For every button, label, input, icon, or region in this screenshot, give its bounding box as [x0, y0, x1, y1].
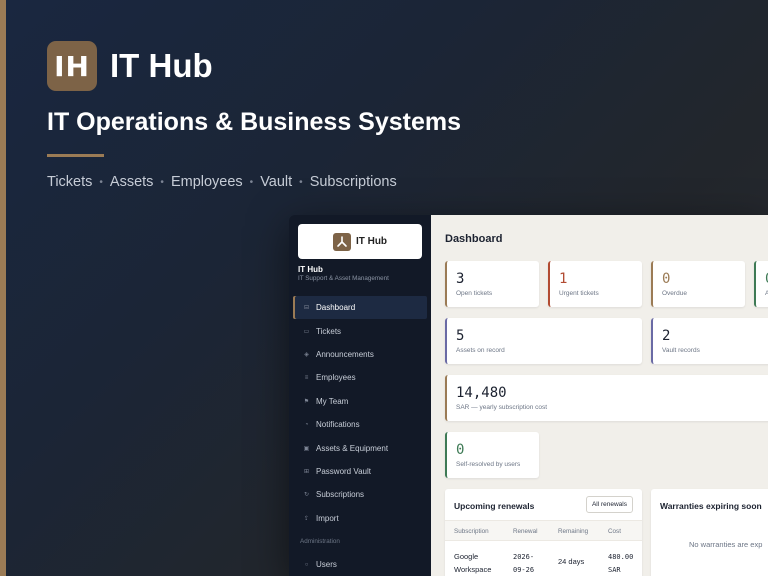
flag-icon: ⚑ — [303, 398, 310, 405]
cell-subscription: Google Workspace — [454, 552, 492, 574]
sidebar-item-label: Users — [316, 560, 337, 570]
separator-dot: • — [99, 176, 103, 188]
all-renewals-button[interactable]: All renewals — [585, 496, 633, 513]
sidebar-logo[interactable]: IT Hub — [298, 224, 422, 259]
column-header[interactable]: Subscription — [454, 528, 489, 535]
sidebar-item-label: Assets & Equipment — [316, 443, 389, 453]
separator-dot: • — [160, 176, 164, 188]
cell-renewal: 2026- 09-26 — [513, 553, 535, 574]
stat-label: Open tickets — [456, 290, 493, 297]
sidebar-item-label: Employees — [316, 373, 356, 383]
sidebar-item-label: Password Vault — [316, 466, 371, 476]
app-window: IT Hub IT Hub IT Support & Asset Managem… — [289, 215, 768, 576]
sidebar-item-password-vault[interactable]: ⊞ Password Vault — [293, 460, 427, 483]
empty-state: No warranties are exp — [689, 540, 763, 549]
diamond-icon: ◈ — [304, 351, 309, 358]
column-header[interactable]: Remaining — [558, 528, 588, 535]
feature-item: Tickets — [47, 174, 93, 190]
sidebar-item-label: Announcements — [316, 349, 374, 359]
main-content: Dashboard 3 Open tickets 1 Urgent ticket… — [431, 215, 768, 576]
refresh-icon: ↻ — [303, 492, 310, 499]
sidebar-subtitle: IT Support & Asset Management — [298, 275, 389, 282]
stat-card-overdue[interactable]: 0 Overdue — [651, 261, 745, 307]
sidebar-section-label: Administration — [300, 537, 340, 545]
sidebar-item-subscriptions[interactable]: ↻ Subscriptions — [293, 483, 427, 506]
brand-logo: IH — [47, 41, 97, 91]
stat-label: Assets on record — [456, 347, 505, 354]
stat-value: 1 — [559, 271, 568, 287]
stat-label: SAR — yearly subscription cost — [456, 404, 548, 411]
stat-value: 0 — [662, 271, 671, 287]
feature-item: Employees — [170, 174, 243, 190]
grid-icon: ⊟ — [303, 305, 310, 312]
panel-title: Upcoming renewals — [454, 501, 535, 511]
bell-icon: ◔ — [304, 421, 309, 428]
separator-dot: • — [299, 176, 303, 188]
stat-card-subscription-cost[interactable]: 14,480 SAR — yearly subscription cost — [445, 375, 768, 421]
column-header[interactable]: Cost — [608, 528, 621, 535]
sidebar-item-label: Notifications — [316, 420, 360, 430]
brand: IH IT Hub — [47, 41, 213, 91]
sidebar-item-employees[interactable]: ≡ Employees — [293, 366, 427, 389]
sidebar: IT Hub IT Hub IT Support & Asset Managem… — [289, 215, 431, 576]
sidebar-item-dashboard[interactable]: ⊟ Dashboard — [293, 296, 427, 320]
sidebar-item-notifications[interactable]: ◔ Notifications — [293, 413, 427, 436]
sidebar-item-label: My Team — [316, 396, 349, 406]
sidebar-item-import[interactable]: ⇪ Import — [293, 507, 427, 530]
stat-value: 0 — [456, 442, 465, 458]
feature-list: Tickets • Assets • Employees • Vault • S… — [47, 174, 397, 190]
page-title: Dashboard — [445, 233, 503, 245]
stat-value: 14,480 — [456, 385, 507, 401]
sidebar-item-my-team[interactable]: ⚑ My Team — [293, 390, 427, 413]
feature-item: Subscriptions — [309, 174, 397, 190]
stat-card-partial[interactable]: 0 A — [754, 261, 768, 307]
stat-card-urgent-tickets[interactable]: 1 Urgent tickets — [548, 261, 642, 307]
headline: IT Operations & Business Systems — [47, 108, 462, 136]
logo-mark-icon — [332, 232, 351, 251]
cell-remaining: 24 days — [558, 557, 585, 566]
sidebar-item-announcements[interactable]: ◈ Announcements — [293, 343, 427, 366]
brand-name: IT Hub — [110, 47, 213, 84]
sidebar-nav: ⊟ Dashboard ▭ Tickets ◈ Announcements ≡ … — [293, 296, 427, 576]
sidebar-item-label: Subscriptions — [316, 490, 365, 500]
sidebar-logo-text: IT Hub — [355, 236, 388, 247]
table-header: Subscription Renewal Remaining Cost — [445, 520, 642, 541]
cell-cost: 480.00 SAR — [608, 553, 634, 574]
sidebar-item-tickets[interactable]: ▭ Tickets — [293, 319, 427, 342]
stat-value: 5 — [456, 328, 465, 344]
sidebar-item-users[interactable]: ○ Users — [293, 553, 427, 576]
column-header[interactable]: Renewal — [513, 528, 538, 535]
headline-rule — [47, 154, 104, 157]
separator-dot: • — [249, 176, 254, 188]
stat-label: Vault records — [662, 347, 700, 354]
sidebar-title: IT Hub — [298, 265, 323, 274]
accent-bar — [0, 0, 6, 576]
stat-card-assets[interactable]: 5 Assets on record — [445, 318, 642, 364]
user-icon: ○ — [304, 561, 309, 568]
warranties-panel: Warranties expiring soon No warranties a… — [651, 489, 768, 576]
stat-label: Overdue — [662, 290, 687, 297]
stat-card-self-resolved[interactable]: 0 Self-resolved by users — [445, 432, 539, 478]
panel-title: Warranties expiring soon — [660, 501, 762, 511]
stat-value: 2 — [662, 328, 671, 344]
box-icon: ▣ — [303, 445, 310, 452]
stat-card-vault[interactable]: 2 Vault records — [651, 318, 768, 364]
stat-label: Self-resolved by users — [456, 461, 521, 468]
feature-item: Vault — [260, 174, 293, 190]
sidebar-item-label: Dashboard — [316, 303, 356, 313]
stat-card-open-tickets[interactable]: 3 Open tickets — [445, 261, 539, 307]
stat-label: Urgent tickets — [559, 290, 599, 297]
vault-icon: ⊞ — [303, 468, 310, 475]
sidebar-item-label: Tickets — [316, 326, 342, 336]
ticket-icon: ▭ — [303, 328, 310, 335]
upload-icon: ⇪ — [303, 515, 310, 522]
sidebar-item-assets[interactable]: ▣ Assets & Equipment — [293, 436, 427, 459]
sidebar-item-label: Import — [316, 513, 339, 523]
feature-item: Assets — [109, 174, 154, 190]
list-icon: ≡ — [304, 374, 309, 381]
stat-value: 3 — [456, 271, 465, 287]
renewals-panel: Upcoming renewals All renewals Subscript… — [445, 489, 642, 576]
